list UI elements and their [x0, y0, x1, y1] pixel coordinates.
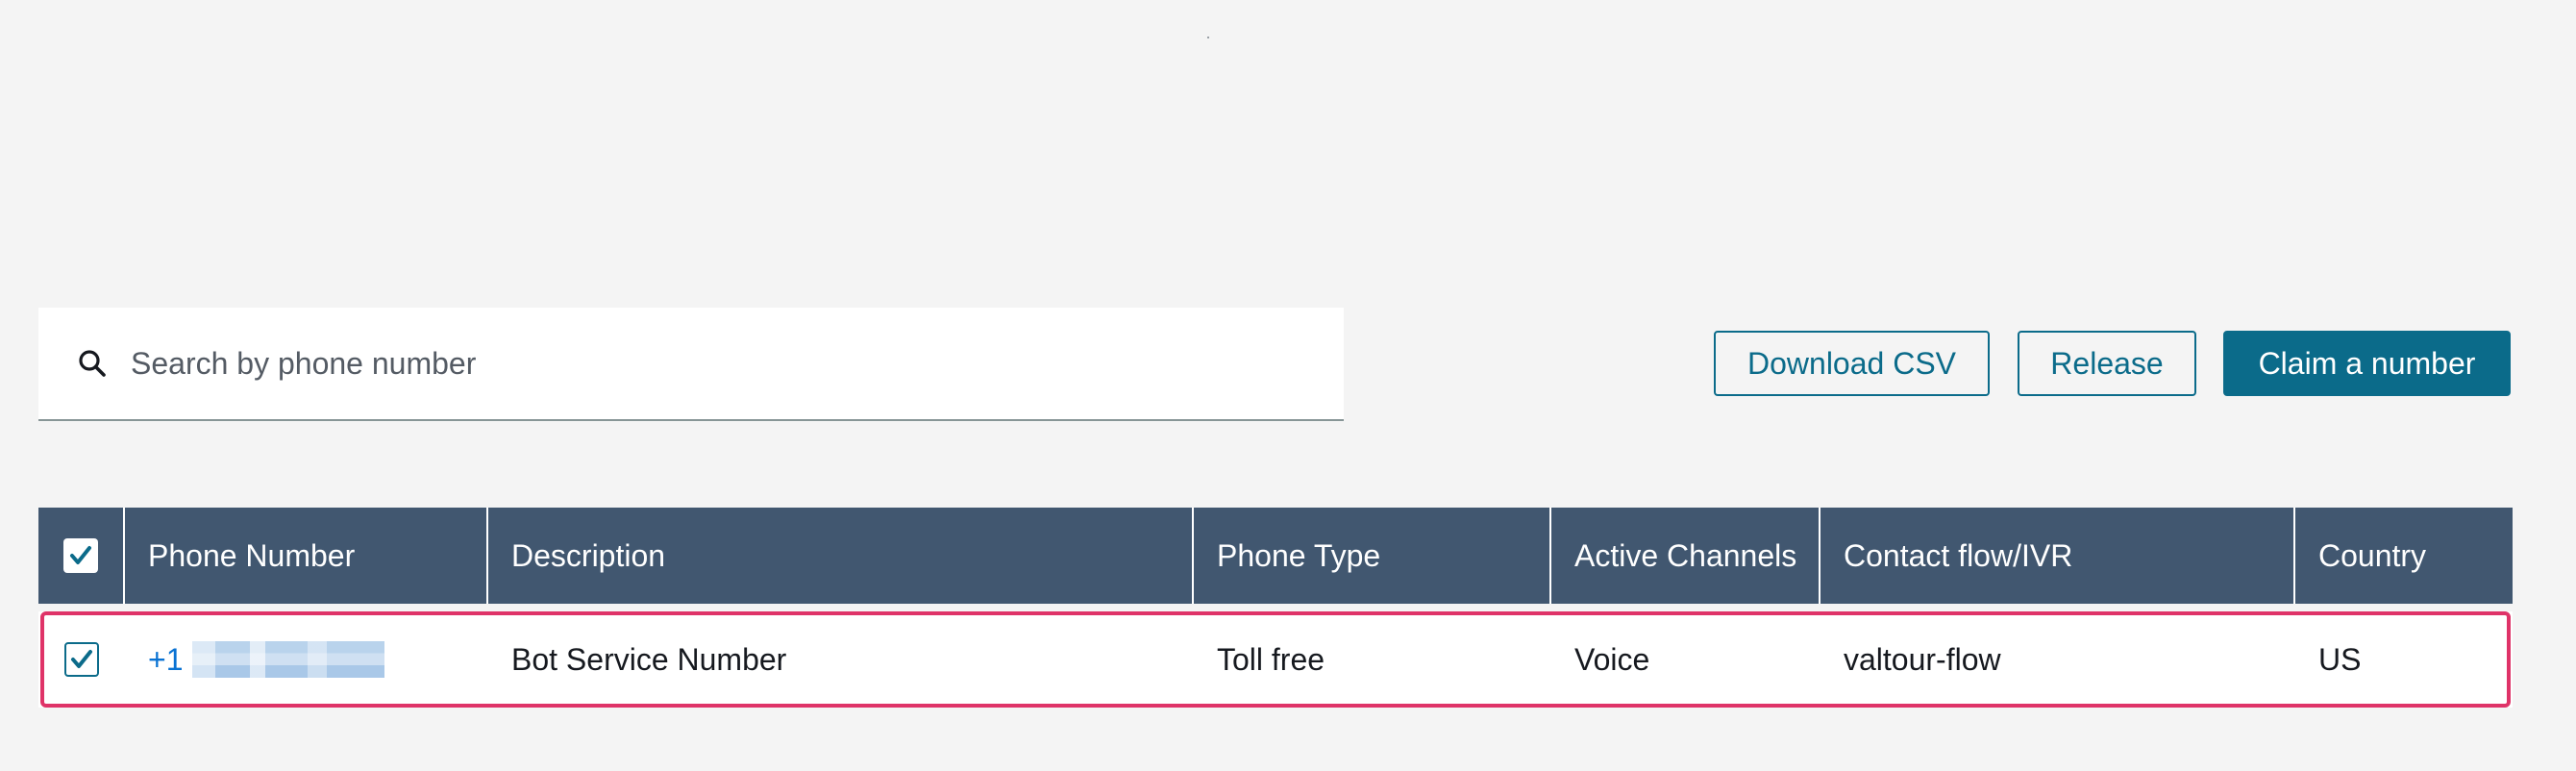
- row-checkbox[interactable]: [64, 642, 99, 677]
- column-header-phone-type[interactable]: Phone Type: [1194, 508, 1551, 604]
- column-header-contact-flow[interactable]: Contact flow/IVR: [1821, 508, 2295, 604]
- search-input[interactable]: [131, 325, 1323, 402]
- select-all-checkbox[interactable]: [63, 538, 98, 573]
- redacted-digits: [192, 641, 385, 678]
- phone-numbers-table: Phone Number Description Phone Type Acti…: [38, 508, 2513, 708]
- country-cell: US: [2318, 641, 2362, 677]
- description-cell: Bot Service Number: [511, 641, 787, 677]
- claim-number-button[interactable]: Claim a number: [2223, 331, 2511, 396]
- checkmark-icon: [71, 650, 92, 668]
- release-button[interactable]: Release: [2018, 331, 2196, 396]
- phone-number-prefix: +1: [148, 641, 184, 677]
- search-box[interactable]: [38, 308, 1344, 421]
- contact-flow-cell: valtour-flow: [1844, 641, 2001, 677]
- table-row[interactable]: +1 Bot Service Number Toll free Voice va…: [38, 611, 2513, 708]
- column-header-active-channels[interactable]: Active Channels: [1551, 508, 1821, 604]
- row-select-cell: [38, 611, 125, 708]
- phone-type-cell: Toll free: [1217, 641, 1325, 677]
- column-header-description[interactable]: Description: [488, 508, 1194, 604]
- stray-dot: [1207, 37, 1209, 38]
- table-header: Phone Number Description Phone Type Acti…: [38, 508, 2513, 604]
- active-channels-cell: Voice: [1574, 641, 1650, 677]
- phone-number-link[interactable]: +1: [148, 641, 385, 678]
- checkmark-icon: [70, 546, 91, 564]
- search-icon: [54, 307, 131, 420]
- phone-numbers-page: Download CSV Release Claim a number Phon…: [0, 0, 2576, 771]
- phone-number-cell: +1: [125, 611, 488, 708]
- download-csv-button[interactable]: Download CSV: [1714, 331, 1990, 396]
- column-header-phone-number[interactable]: Phone Number: [125, 508, 488, 604]
- select-all-cell: [38, 508, 125, 604]
- column-header-country[interactable]: Country: [2295, 508, 2513, 604]
